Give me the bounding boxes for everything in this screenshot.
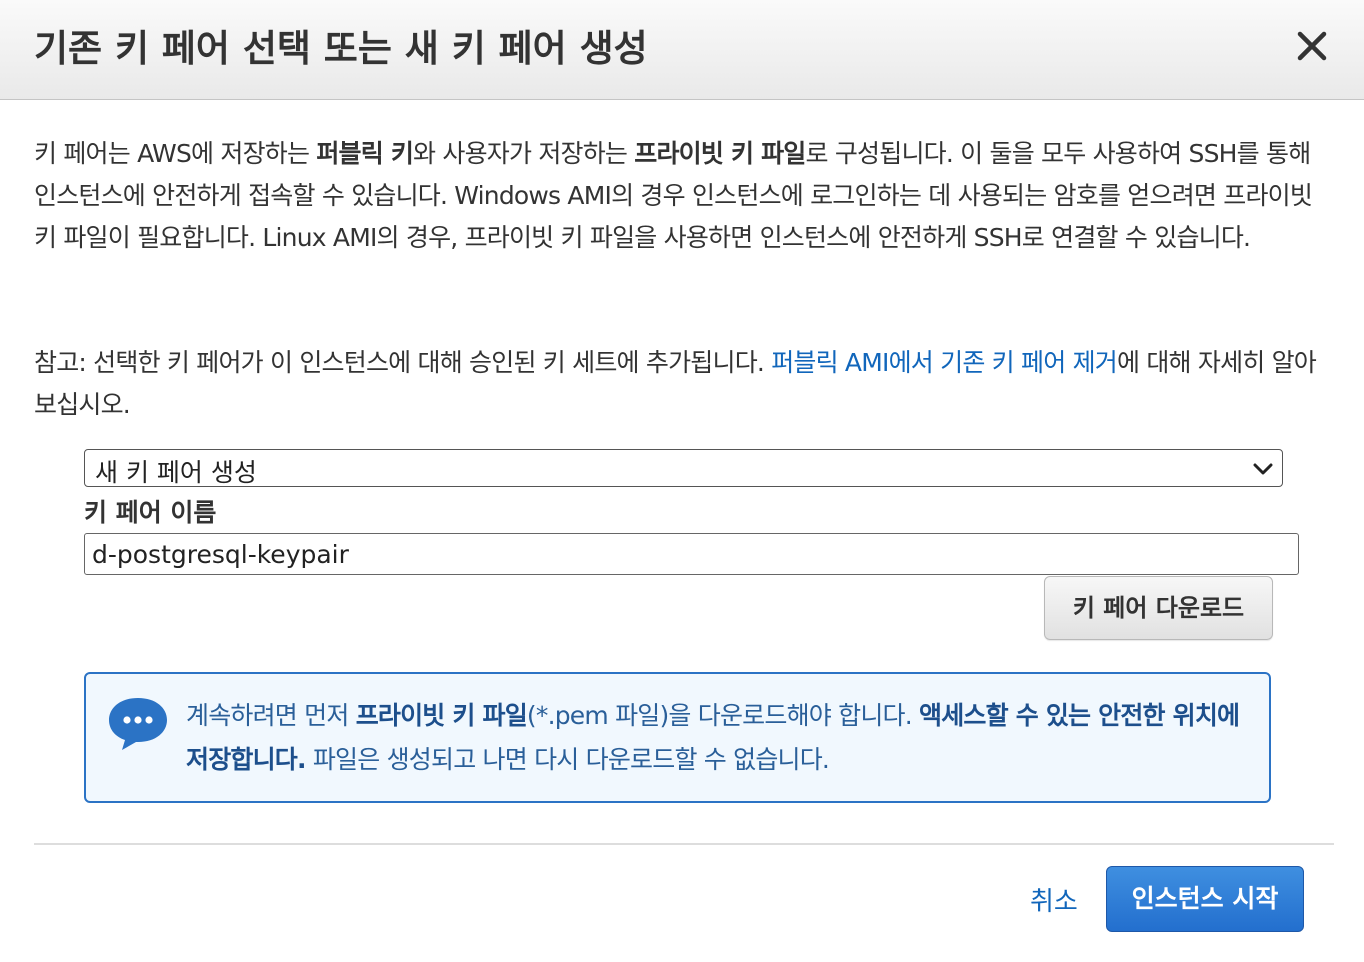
intro-paragraph: 키 페어는 AWS에 저장하는 퍼블릭 키와 사용자가 저장하는 프라이빗 키 … [34,133,1334,259]
key-pair-select[interactable]: 새 키 페어 생성 [84,449,1283,487]
dialog-title: 기존 키 페어 선택 또는 새 키 페어 생성 [34,27,648,70]
intro-private-key-file: 프라이빗 키 파일 [634,139,806,168]
key-pair-name-input[interactable] [84,533,1299,575]
launch-instances-button[interactable]: 인스턴스 시작 [1106,866,1304,932]
chevron-down-icon [1253,463,1273,475]
intro-text-2: 와 사용자가 저장하는 [413,139,635,168]
info-text-2: (*.pem 파일)을 다운로드해야 합니다. [526,701,920,730]
note-paragraph: 참고: 선택한 키 페어가 이 인스턴스에 대해 승인된 키 세트에 추가됩니다… [34,342,1334,426]
intro-text-1: 키 페어는 AWS에 저장하는 [34,139,317,168]
close-icon [1297,31,1327,61]
chat-bubble-icon [109,698,167,750]
key-pair-dialog: 기존 키 페어 선택 또는 새 키 페어 생성 키 페어는 AWS에 저장하는 … [0,0,1364,962]
note-text-1: 참고: 선택한 키 페어가 이 인스턴스에 대해 승인된 키 세트에 추가됩니다… [34,348,772,377]
cancel-link[interactable]: 취소 [1030,881,1078,918]
download-key-pair-button[interactable]: 키 페어 다운로드 [1044,576,1273,640]
info-text-3: 파일은 생성되고 나면 다시 다운로드할 수 없습니다. [305,745,830,774]
footer-divider [34,843,1334,845]
info-text-1: 계속하려면 먼저 [186,701,356,730]
info-private-key-file: 프라이빗 키 파일 [355,701,528,730]
dialog-header: 기존 키 페어 선택 또는 새 키 페어 생성 [0,0,1364,100]
key-pair-select-value: 새 키 페어 생성 [95,458,257,487]
intro-public-key: 퍼블릭 키 [316,139,414,168]
key-pair-name-label: 키 페어 이름 [84,498,217,527]
remove-key-pair-link[interactable]: 퍼블릭 AMI에서 기존 키 페어 제거 [771,348,1118,377]
info-message: 계속하려면 먼저 프라이빗 키 파일(*.pem 파일)을 다운로드해야 합니다… [186,694,1256,782]
close-button[interactable] [1292,26,1332,66]
info-alert: 계속하려면 먼저 프라이빗 키 파일(*.pem 파일)을 다운로드해야 합니다… [84,672,1271,803]
